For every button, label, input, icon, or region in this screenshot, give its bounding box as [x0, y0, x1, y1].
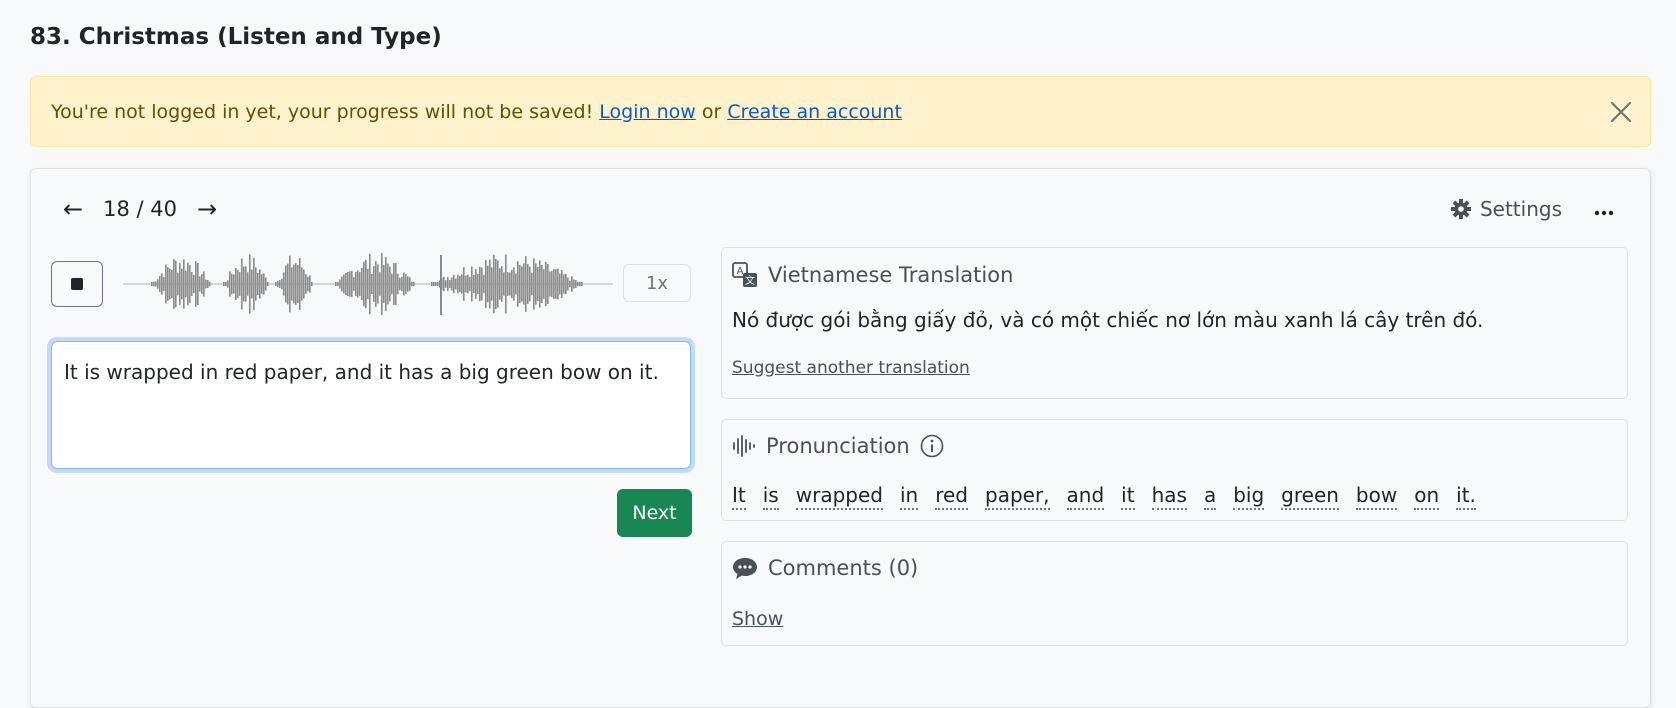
- pronunciation-panel: Pronunciation It is wrapped in red paper, and i…: [721, 419, 1628, 521]
- translation-text: Nó được gói bằng giấy đỏ, và có một chiế…: [732, 308, 1484, 332]
- info-icon[interactable]: [920, 434, 944, 458]
- svg-text:A: A: [737, 266, 744, 277]
- pronunciation-word[interactable]: a: [1203, 482, 1217, 510]
- page-counter: 18 / 40: [103, 197, 177, 221]
- exercise-card: ← 18 / 40 → Settings 1x It is wrapped in…: [30, 168, 1651, 708]
- pronunciation-word[interactable]: green: [1281, 482, 1339, 510]
- comment-icon: [733, 558, 757, 579]
- comments-title: Comments (0): [768, 556, 919, 580]
- login-warning-alert: You're not logged in yet, your progress …: [30, 76, 1651, 147]
- pronunciation-word[interactable]: red: [935, 482, 968, 510]
- page-title: 83. Christmas (Listen and Type): [30, 24, 442, 50]
- translation-panel: A 文 Vietnamese Translation Nó được gói b…: [721, 247, 1628, 399]
- show-comments-link[interactable]: Show: [732, 608, 783, 630]
- audio-waveform[interactable]: [123, 249, 613, 319]
- gear-icon: [1450, 199, 1471, 219]
- stop-icon: [71, 278, 83, 290]
- create-account-link[interactable]: Create an account: [727, 101, 902, 123]
- pronunciation-word[interactable]: paper,: [985, 482, 1050, 510]
- settings-button[interactable]: Settings: [1450, 197, 1562, 221]
- alert-or-text: or: [701, 100, 722, 123]
- translate-icon: A 文: [732, 262, 757, 287]
- pronunciation-word[interactable]: has: [1151, 482, 1187, 510]
- settings-label: Settings: [1479, 197, 1562, 221]
- pronunciation-word[interactable]: It: [732, 482, 746, 510]
- comments-header: Comments (0): [732, 556, 918, 580]
- playback-speed-button[interactable]: 1x: [623, 264, 691, 302]
- next-button[interactable]: Next: [617, 489, 692, 537]
- translation-title: Vietnamese Translation: [768, 263, 1014, 287]
- pronunciation-word[interactable]: in: [899, 482, 919, 510]
- pronunciation-word[interactable]: it.: [1456, 482, 1476, 510]
- svg-text:文: 文: [745, 274, 755, 287]
- pronunciation-header: Pronunciation: [732, 434, 954, 458]
- pronunciation-word[interactable]: is: [762, 482, 779, 510]
- translation-header: A 文 Vietnamese Translation: [732, 262, 1013, 288]
- pronunciation-word[interactable]: on: [1414, 482, 1440, 510]
- arrow-left-icon[interactable]: ←: [57, 195, 89, 223]
- pronunciation-words: It is wrapped in red paper, and it has a big green b…: [732, 482, 1493, 510]
- pronunciation-word[interactable]: bow: [1355, 482, 1398, 510]
- arrow-right-icon[interactable]: →: [191, 195, 223, 223]
- pronunciation-word[interactable]: and: [1066, 482, 1105, 510]
- alert-message: You're not logged in yet, your progress …: [51, 100, 594, 123]
- pagination: ← 18 / 40 →: [57, 193, 223, 225]
- suggest-translation-link[interactable]: Suggest another translation: [732, 358, 970, 378]
- soundwave-icon: [733, 435, 755, 457]
- stop-button[interactable]: [51, 261, 103, 307]
- pronunciation-word[interactable]: it: [1121, 482, 1135, 510]
- comments-panel: Comments (0) Show: [721, 541, 1628, 646]
- close-icon[interactable]: [1608, 99, 1634, 125]
- login-link[interactable]: Login now: [599, 101, 696, 123]
- pronunciation-title: Pronunciation: [766, 434, 910, 458]
- pronunciation-word[interactable]: wrapped: [795, 482, 883, 510]
- answer-input[interactable]: It is wrapped in red paper, and it has a…: [51, 341, 691, 469]
- pronunciation-word[interactable]: big: [1233, 482, 1265, 510]
- ellipsis-icon[interactable]: [1594, 201, 1614, 220]
